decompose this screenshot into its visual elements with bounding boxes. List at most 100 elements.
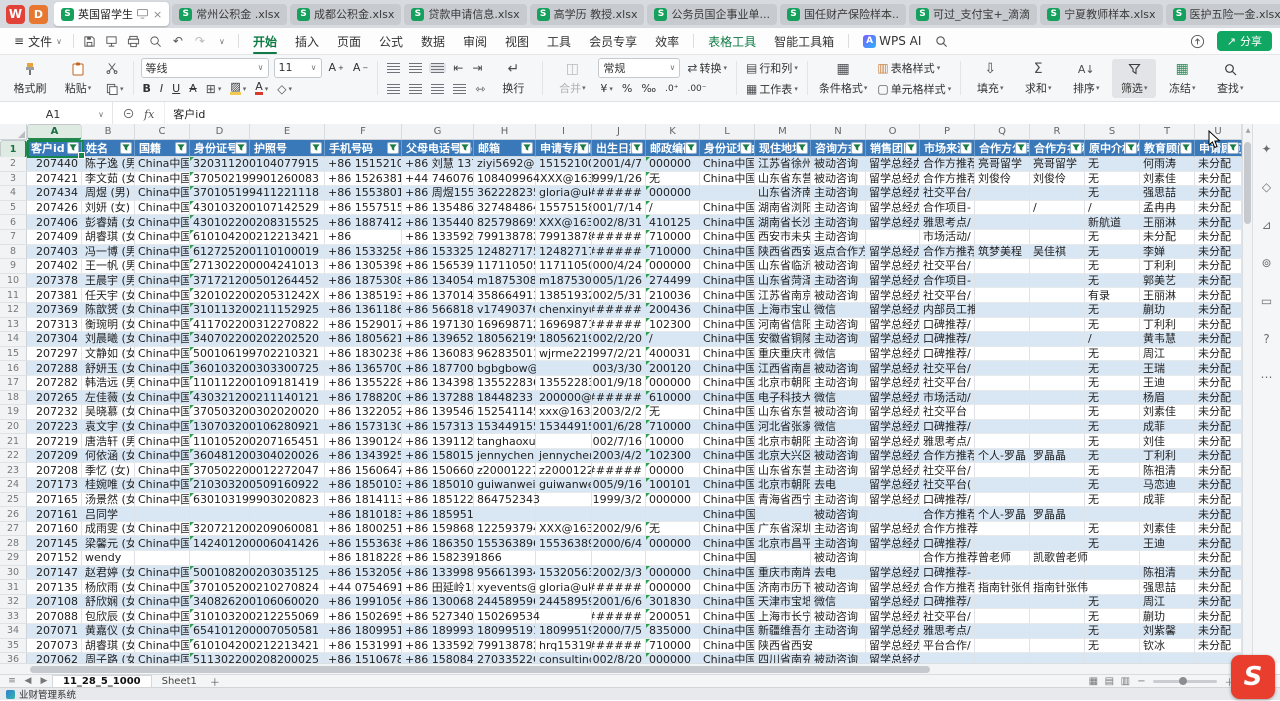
cell-H13[interactable]: 169698712 [474, 318, 536, 333]
column-header-G[interactable]: G [402, 124, 474, 140]
cell-J20[interactable]: 2001/6/28 [592, 420, 646, 435]
cell-B17[interactable]: 韩浩远 (男 [82, 376, 135, 391]
font-color-button[interactable]: A▾ [253, 82, 270, 95]
cell-C9[interactable]: China中国 [135, 259, 190, 274]
cell-O18[interactable]: 留学总经办 [866, 391, 920, 406]
cell-A2[interactable]: 207440 [27, 157, 82, 172]
row-header-26[interactable]: 26 [0, 507, 27, 522]
taskbar-app-label[interactable]: 业财管理系统 [19, 687, 76, 701]
cell-J36[interactable]: 2002/8/20 [592, 653, 646, 663]
cell-J25[interactable]: 1999/3/2 [592, 493, 646, 508]
cell-G35[interactable]: +86 1335925706 [402, 639, 474, 654]
merge-button[interactable]: ◫ 合并▾ [550, 59, 594, 98]
cell-F4[interactable]: +86 15538019 [325, 186, 402, 201]
cell-S36[interactable] [1085, 653, 1140, 663]
filter-button[interactable] [310, 142, 322, 154]
cell-I29[interactable] [536, 551, 592, 566]
cell-P2[interactable]: 合作方推荐 [920, 157, 975, 172]
column-header-U[interactable]: U [1195, 124, 1242, 140]
sum-button[interactable]: Σ 求和▾ [1016, 59, 1060, 98]
cell-P18[interactable]: 市场活动/ [920, 391, 975, 406]
cell-F31[interactable]: +44 07546918 [325, 580, 402, 595]
cell-J19[interactable]: 2003/2/2 [592, 405, 646, 420]
file-tab[interactable]: S医护五险一金.xlsx [1166, 4, 1280, 25]
cell-N20[interactable]: 微信 [811, 420, 866, 435]
format-painter-button[interactable]: 格式刷 [8, 59, 52, 98]
cell-R3[interactable]: 刘俊伶 [1030, 172, 1085, 187]
cell-B19[interactable]: 吴晓慕 (女 [82, 405, 135, 420]
cell-T29[interactable] [1140, 551, 1195, 566]
cell-K5[interactable]: / [646, 201, 700, 216]
cell-A33[interactable]: 207088 [27, 609, 82, 624]
zoom-slider[interactable] [1153, 680, 1217, 683]
cell-N36[interactable]: 被动咨询 [811, 653, 866, 663]
borders-button[interactable]: ⊞▾ [204, 82, 224, 96]
cell-M19[interactable]: 山东省东营 [755, 405, 811, 420]
cell-J15[interactable]: 1997/2/21 [592, 347, 646, 362]
cell-D10[interactable]: 371721200501264452 [190, 274, 250, 289]
cell-R36[interactable] [1030, 653, 1085, 663]
cell-D16[interactable]: 360103200303300725 [190, 361, 250, 376]
cell-G17[interactable]: +86 1343982452 [402, 376, 474, 391]
cell-H30[interactable]: 956613934 [474, 566, 536, 581]
cell-O36[interactable]: 留学总经办 [866, 653, 920, 663]
cell-C6[interactable]: China中国 [135, 215, 190, 230]
cell-L14[interactable]: China中国 [700, 332, 755, 347]
cell-R18[interactable] [1030, 391, 1085, 406]
convert-button[interactable]: ⇄转换▾ [685, 60, 729, 76]
cell-D14[interactable]: 340702200202202520 [190, 332, 250, 347]
clear-format-button[interactable]: ◇▾ [275, 82, 294, 96]
cell-O26[interactable] [866, 507, 920, 522]
cell-I11[interactable]: 138519326 [536, 288, 592, 303]
cell-P22[interactable]: 合作方推荐 [920, 449, 975, 464]
cell-S8[interactable]: 无 [1085, 245, 1140, 260]
select-all-corner[interactable] [0, 124, 27, 140]
cell-D4[interactable]: 370105199411221118 [190, 186, 250, 201]
filter-button[interactable] [740, 142, 752, 154]
cell-C13[interactable]: China中国 [135, 318, 190, 333]
cell-B33[interactable]: 包欣辰 (女 [82, 609, 135, 624]
cell-P8[interactable]: 合作方推荐 [920, 245, 975, 260]
cell-I22[interactable]: jennychen [536, 449, 592, 464]
number-format-select[interactable]: 常规∨ [598, 58, 680, 78]
cell-H7[interactable]: 799138782 [474, 230, 536, 245]
cell-S18[interactable]: 无 [1085, 391, 1140, 406]
cell-U31[interactable]: 未分配 [1195, 580, 1242, 595]
cell-A30[interactable]: 207147 [27, 566, 82, 581]
view-normal-icon[interactable]: ▦ [1085, 676, 1101, 687]
column-header-O[interactable]: O [866, 124, 920, 140]
cell-T35[interactable]: 钦冰 [1140, 639, 1195, 654]
percent-button[interactable]: % [620, 82, 634, 95]
cell-Q28[interactable] [975, 536, 1030, 551]
wrap-text-button[interactable]: ↵ 换行 [491, 59, 535, 98]
prev-sheet-icon[interactable]: ◀ [20, 676, 36, 686]
cell-N5[interactable]: 主动咨询 [811, 201, 866, 216]
cell-H28[interactable]: 155363896 [474, 536, 536, 551]
cell-style-button[interactable]: ▢单元格样式▾ [875, 81, 953, 97]
cell-H2[interactable]: ziyi5692@q [474, 157, 536, 172]
cell-S34[interactable]: 无 [1085, 624, 1140, 639]
cell-T4[interactable]: 强思喆 [1140, 186, 1195, 201]
cell-M10[interactable]: 山东省菏泽 [755, 274, 811, 289]
cell-P10[interactable]: 合作项目- [920, 274, 975, 289]
row-header-28[interactable]: 28 [0, 536, 27, 551]
cell-N15[interactable]: 微信 [811, 347, 866, 362]
cell-Q34[interactable] [975, 624, 1030, 639]
cell-F2[interactable]: +86 15152100 [325, 157, 402, 172]
cell-C11[interactable]: China中国 [135, 288, 190, 303]
cell-M35[interactable]: 陕西省西安 [755, 639, 811, 654]
cell-B8[interactable]: 冯一博 (男 [82, 245, 135, 260]
cell-B7[interactable]: 胡睿琪 (女 [82, 230, 135, 245]
horizontal-scrollbar[interactable] [0, 663, 1252, 674]
cell-F25[interactable]: +86 18141137 [325, 493, 402, 508]
cell-I31[interactable]: gloria@uk [536, 580, 592, 595]
cell-L36[interactable]: China中国 [700, 653, 755, 663]
cell-F12[interactable]: +86 13611860 [325, 303, 402, 318]
cell-H32[interactable]: 244589596 [474, 595, 536, 610]
cell-B4[interactable]: 周煜 (男) [82, 186, 135, 201]
cell-A34[interactable]: 207071 [27, 624, 82, 639]
cell-A29[interactable]: 207152 [27, 551, 82, 566]
cell-F21[interactable]: +86 13901242 [325, 434, 402, 449]
cell-Q25[interactable] [975, 493, 1030, 508]
cell-J26[interactable] [592, 507, 646, 522]
